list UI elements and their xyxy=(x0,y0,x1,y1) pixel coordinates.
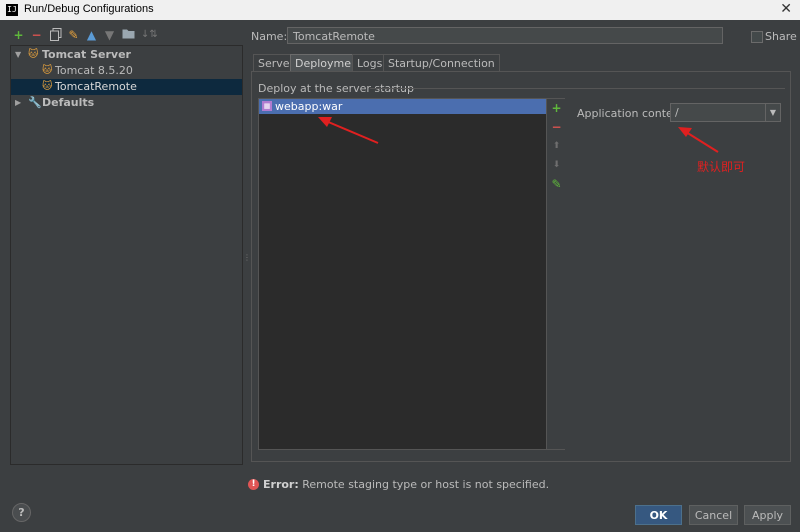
annotation-arrows xyxy=(318,117,719,153)
ok-button[interactable]: OK xyxy=(635,505,682,525)
error-icon: ! xyxy=(248,479,259,490)
cancel-button[interactable]: Cancel xyxy=(689,505,738,525)
error-prefix: Error: xyxy=(263,478,299,491)
help-button[interactable]: ? xyxy=(12,503,31,522)
annotation-note: 默认即可 xyxy=(697,160,746,174)
error-text: Remote staging type or host is not speci… xyxy=(302,478,550,491)
apply-button[interactable]: Apply xyxy=(744,505,791,525)
